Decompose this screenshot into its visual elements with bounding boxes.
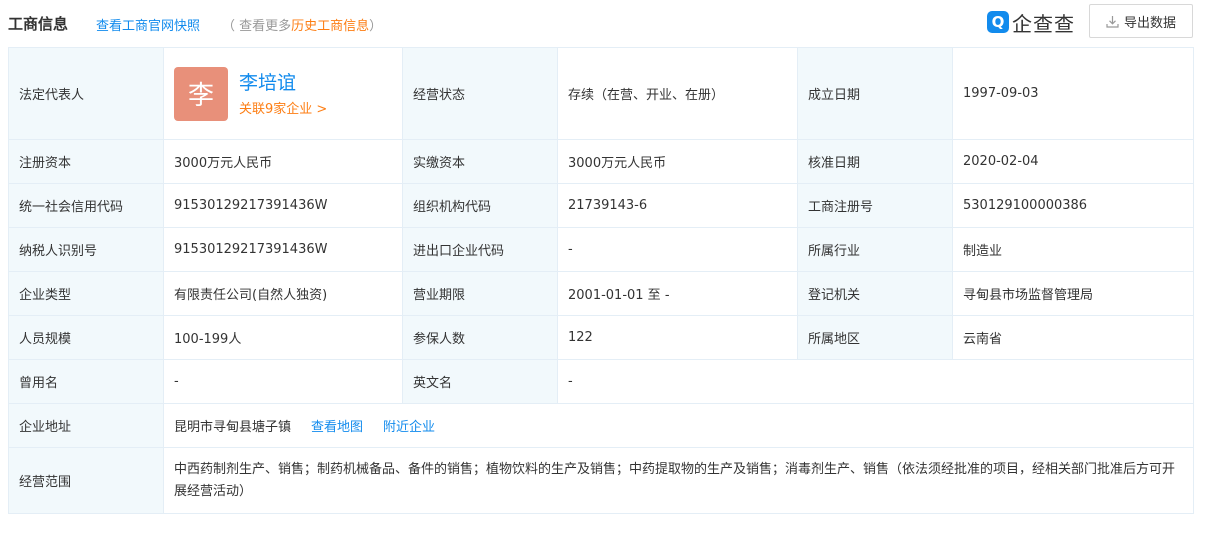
- related-companies-link[interactable]: 关联9家企业 >: [239, 98, 327, 117]
- logo-mark-icon: Q: [987, 11, 1009, 33]
- reg-capital-label: 注册资本: [8, 139, 164, 184]
- table-row: 曾用名 - 英文名 -: [8, 359, 1194, 404]
- status-label: 经营状态: [402, 47, 558, 140]
- legal-rep-info: 李培谊 关联9家企业 >: [239, 71, 327, 117]
- legal-rep-label: 法定代表人: [8, 47, 164, 140]
- table-row: 企业类型 有限责任公司(自然人独资) 营业期限 2001-01-01 至 - 登…: [8, 271, 1194, 316]
- authority-value: 寻甸县市场监督管理局: [952, 271, 1194, 316]
- company-type-value: 有限责任公司(自然人独资): [163, 271, 403, 316]
- qichacha-logo: Q 企查查: [987, 9, 1075, 36]
- business-info-table: 法定代表人 李 李培谊 关联9家企业 > 经营状态 存续（在营、开业、在册） 成…: [8, 47, 1194, 514]
- avatar: 李: [174, 66, 228, 121]
- more-suffix: ）: [369, 19, 383, 34]
- insured-count-value: 122: [557, 315, 798, 360]
- logo-text: 企查查: [1012, 11, 1075, 36]
- company-type-label: 企业类型: [8, 271, 164, 316]
- legal-rep-name-link[interactable]: 李培谊: [239, 71, 327, 95]
- view-map-link[interactable]: 查看地图: [311, 420, 363, 435]
- official-snapshot-link[interactable]: 查看工商官网快照: [96, 15, 200, 34]
- paid-capital-label: 实缴资本: [402, 139, 558, 184]
- import-export-label: 进出口企业代码: [402, 227, 558, 272]
- credit-code-label: 统一社会信用代码: [8, 183, 164, 228]
- credit-code-value: 91530129217391436W: [163, 183, 403, 228]
- business-term-value: 2001-01-01 至 -: [557, 271, 798, 316]
- table-row: 经营范围 中西药制剂生产、销售；制药机械备品、备件的销售；植物饮料的生产及销售；…: [8, 447, 1194, 514]
- paid-capital-value: 3000万元人民币: [557, 139, 798, 184]
- org-code-value: 21739143-6: [557, 183, 798, 228]
- english-name-value: -: [557, 359, 1194, 404]
- table-row: 注册资本 3000万元人民币 实缴资本 3000万元人民币 核准日期 2020-…: [8, 139, 1194, 184]
- industry-value: 制造业: [952, 227, 1194, 272]
- est-date-label: 成立日期: [797, 47, 953, 140]
- address-label: 企业地址: [8, 403, 164, 448]
- export-data-button[interactable]: 导出数据: [1089, 4, 1193, 38]
- business-term-label: 营业期限: [402, 271, 558, 316]
- legal-rep-cell: 李 李培谊 关联9家企业 >: [163, 47, 403, 140]
- region-value: 云南省: [952, 315, 1194, 360]
- region-label: 所属地区: [797, 315, 953, 360]
- table-row: 统一社会信用代码 91530129217391436W 组织机构代码 21739…: [8, 183, 1194, 228]
- staff-size-value: 100-199人: [163, 315, 403, 360]
- table-row: 人员规模 100-199人 参保人数 122 所属地区 云南省: [8, 315, 1194, 360]
- table-row: 法定代表人 李 李培谊 关联9家企业 > 经营状态 存续（在营、开业、在册） 成…: [8, 47, 1194, 140]
- authority-label: 登记机关: [797, 271, 953, 316]
- section-header: 工商信息 查看工商官网快照 （ 查看更多历史工商信息） Q 企查查 导出数据: [8, 0, 1193, 44]
- reg-no-value: 530129100000386: [952, 183, 1194, 228]
- table-row: 企业地址 昆明市寻甸县塘子镇 查看地图 附近企业: [8, 403, 1194, 448]
- staff-size-label: 人员规模: [8, 315, 164, 360]
- est-date-value: 1997-09-03: [952, 47, 1194, 140]
- address-value: 昆明市寻甸县塘子镇: [174, 420, 292, 435]
- business-scope-label: 经营范围: [8, 447, 164, 514]
- section-title: 工商信息: [8, 15, 69, 33]
- import-export-value: -: [557, 227, 798, 272]
- legal-rep: 李 李培谊 关联9家企业 >: [174, 66, 392, 121]
- table-row: 纳税人识别号 91530129217391436W 进出口企业代码 - 所属行业…: [8, 227, 1194, 272]
- history-info-link[interactable]: 历史工商信息: [291, 19, 369, 34]
- more-prefix: （ 查看更多: [222, 19, 292, 34]
- approve-date-label: 核准日期: [797, 139, 953, 184]
- former-name-label: 曾用名: [8, 359, 164, 404]
- address-cell: 昆明市寻甸县塘子镇 查看地图 附近企业: [163, 403, 1194, 448]
- approve-date-value: 2020-02-04: [952, 139, 1194, 184]
- business-scope-value: 中西药制剂生产、销售；制药机械备品、备件的销售；植物饮料的生产及销售；中药提取物…: [163, 447, 1194, 514]
- export-label: 导出数据: [1123, 15, 1176, 31]
- english-name-label: 英文名: [402, 359, 558, 404]
- nearby-companies-link[interactable]: 附近企业: [383, 420, 435, 435]
- former-name-value: -: [163, 359, 403, 404]
- industry-label: 所属行业: [797, 227, 953, 272]
- status-value: 存续（在营、开业、在册）: [557, 47, 798, 140]
- tax-id-label: 纳税人识别号: [8, 227, 164, 272]
- org-code-label: 组织机构代码: [402, 183, 558, 228]
- reg-no-label: 工商注册号: [797, 183, 953, 228]
- download-icon: [1106, 15, 1119, 28]
- reg-capital-value: 3000万元人民币: [163, 139, 403, 184]
- more-history-note: （ 查看更多历史工商信息）: [222, 15, 382, 34]
- tax-id-value: 91530129217391436W: [163, 227, 403, 272]
- insured-count-label: 参保人数: [402, 315, 558, 360]
